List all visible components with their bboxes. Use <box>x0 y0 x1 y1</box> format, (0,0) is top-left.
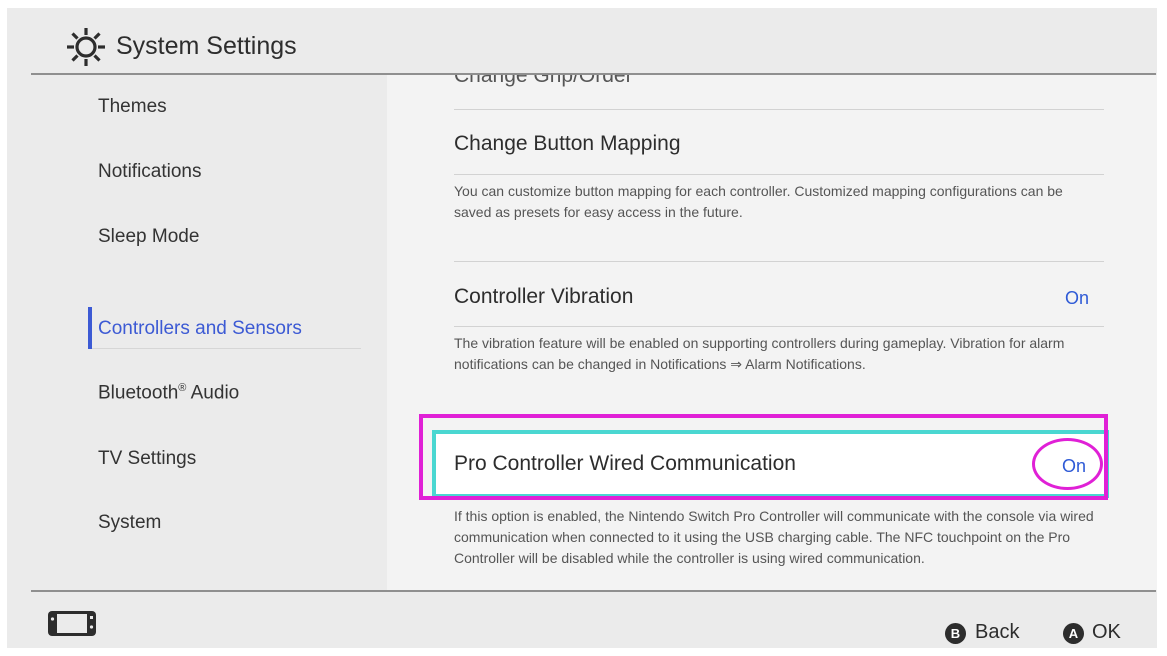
change-button-mapping-title[interactable]: Change Button Mapping <box>454 132 681 156</box>
row-divider <box>454 326 1104 327</box>
ok-button[interactable]: OK <box>1092 621 1121 644</box>
sidebar-item-tv-settings[interactable]: TV Settings <box>98 448 196 470</box>
row-divider <box>454 174 1104 175</box>
active-indicator <box>88 307 92 349</box>
row-divider <box>454 261 1104 262</box>
sidebar-item-themes[interactable]: Themes <box>98 96 167 118</box>
console-icon <box>48 611 96 636</box>
row-divider <box>454 109 1104 110</box>
sidebar-item-controllers-and-sensors[interactable]: Controllers and Sensors <box>98 318 302 340</box>
controller-vibration-description: The vibration feature will be enabled on… <box>454 335 1065 372</box>
pro-controller-wired-communication-description: If this option is enabled, the Nintendo … <box>454 508 1094 566</box>
controller-vibration-value[interactable]: On <box>1065 288 1089 309</box>
settings-content: Change Grip/Order Change Button Mapping … <box>387 75 1157 590</box>
controller-vibration-title[interactable]: Controller Vibration <box>454 285 633 309</box>
page-title: System Settings <box>116 32 297 60</box>
back-button[interactable]: Back <box>975 621 1019 644</box>
sidebar-item-system[interactable]: System <box>98 512 161 534</box>
b-button-icon: B <box>945 623 966 644</box>
annotation-highlight-box <box>419 414 1108 500</box>
annotation-highlight-circle <box>1032 438 1103 490</box>
footer-divider <box>31 590 1156 592</box>
sidebar-item-notifications[interactable]: Notifications <box>98 161 202 183</box>
sidebar-divider <box>91 348 361 349</box>
sidebar-item-bluetooth-audio[interactable]: Bluetooth® Audio <box>98 382 239 404</box>
a-button-icon: A <box>1063 623 1084 644</box>
sidebar: Themes Notifications Sleep Mode Controll… <box>7 75 387 590</box>
gear-icon <box>67 28 105 66</box>
sidebar-item-sleep-mode[interactable]: Sleep Mode <box>98 226 199 248</box>
header: System Settings <box>7 8 1157 82</box>
change-button-mapping-description: You can customize button mapping for eac… <box>454 183 1063 220</box>
partial-row-title[interactable]: Change Grip/Order <box>454 75 633 88</box>
